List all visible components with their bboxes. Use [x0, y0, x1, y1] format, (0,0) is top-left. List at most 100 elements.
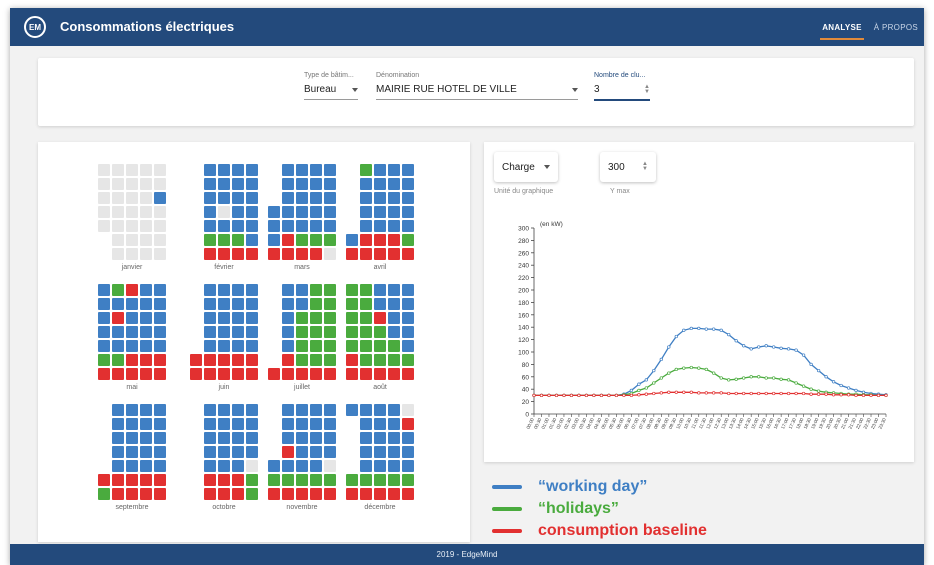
day-cell[interactable]	[232, 284, 244, 296]
day-cell[interactable]	[232, 312, 244, 324]
day-cell[interactable]	[346, 404, 358, 416]
day-cell[interactable]	[112, 418, 124, 430]
day-cell[interactable]	[154, 248, 166, 260]
day-cell[interactable]	[204, 340, 216, 352]
day-cell[interactable]	[268, 488, 280, 500]
day-cell[interactable]	[282, 446, 294, 458]
day-cell[interactable]	[296, 432, 308, 444]
day-cell[interactable]	[218, 192, 230, 204]
day-cell[interactable]	[218, 340, 230, 352]
day-cell[interactable]	[282, 178, 294, 190]
day-cell[interactable]	[218, 404, 230, 416]
day-cell[interactable]	[324, 340, 336, 352]
day-cell[interactable]	[204, 164, 216, 176]
day-cell[interactable]	[402, 404, 414, 416]
day-cell[interactable]	[388, 340, 400, 352]
day-cell[interactable]	[360, 206, 372, 218]
day-cell[interactable]	[310, 178, 322, 190]
day-cell[interactable]	[310, 368, 322, 380]
day-cell[interactable]	[324, 164, 336, 176]
day-cell[interactable]	[388, 312, 400, 324]
day-cell[interactable]	[112, 404, 124, 416]
day-cell[interactable]	[296, 446, 308, 458]
day-cell[interactable]	[126, 284, 138, 296]
day-cell[interactable]	[98, 488, 110, 500]
day-cell[interactable]	[402, 432, 414, 444]
day-cell[interactable]	[154, 284, 166, 296]
day-cell[interactable]	[126, 192, 138, 204]
day-cell[interactable]	[310, 446, 322, 458]
day-cell[interactable]	[154, 312, 166, 324]
day-cell[interactable]	[388, 474, 400, 486]
day-cell[interactable]	[140, 234, 152, 246]
day-cell[interactable]	[346, 248, 358, 260]
day-cell[interactable]	[402, 178, 414, 190]
day-cell[interactable]	[140, 404, 152, 416]
day-cell[interactable]	[310, 234, 322, 246]
day-cell[interactable]	[204, 312, 216, 324]
day-cell[interactable]	[310, 192, 322, 204]
day-cell[interactable]	[112, 354, 124, 366]
day-cell[interactable]	[218, 220, 230, 232]
day-cell[interactable]	[310, 418, 322, 430]
day-cell[interactable]	[218, 206, 230, 218]
day-cell[interactable]	[246, 340, 258, 352]
day-cell[interactable]	[346, 474, 358, 486]
day-cell[interactable]	[296, 234, 308, 246]
day-cell[interactable]	[388, 192, 400, 204]
day-cell[interactable]	[232, 326, 244, 338]
day-cell[interactable]	[296, 178, 308, 190]
day-cell[interactable]	[360, 404, 372, 416]
day-cell[interactable]	[360, 220, 372, 232]
day-cell[interactable]	[324, 474, 336, 486]
day-cell[interactable]	[126, 298, 138, 310]
day-cell[interactable]	[360, 178, 372, 190]
day-cell[interactable]	[268, 248, 280, 260]
day-cell[interactable]	[388, 248, 400, 260]
day-cell[interactable]	[112, 192, 124, 204]
day-cell[interactable]	[296, 284, 308, 296]
day-cell[interactable]	[296, 164, 308, 176]
day-cell[interactable]	[204, 298, 216, 310]
day-cell[interactable]	[374, 234, 386, 246]
day-cell[interactable]	[190, 354, 202, 366]
day-cell[interactable]	[204, 220, 216, 232]
day-cell[interactable]	[140, 298, 152, 310]
day-cell[interactable]	[310, 326, 322, 338]
day-cell[interactable]	[218, 474, 230, 486]
day-cell[interactable]	[346, 326, 358, 338]
day-cell[interactable]	[98, 354, 110, 366]
day-cell[interactable]	[126, 488, 138, 500]
day-cell[interactable]	[296, 368, 308, 380]
day-cell[interactable]	[296, 312, 308, 324]
day-cell[interactable]	[98, 326, 110, 338]
day-cell[interactable]	[324, 368, 336, 380]
day-cell[interactable]	[112, 284, 124, 296]
day-cell[interactable]	[360, 418, 372, 430]
day-cell[interactable]	[232, 248, 244, 260]
day-cell[interactable]	[112, 164, 124, 176]
day-cell[interactable]	[296, 404, 308, 416]
day-cell[interactable]	[232, 354, 244, 366]
tab-analyse[interactable]: ANALYSE	[816, 8, 868, 46]
day-cell[interactable]	[310, 164, 322, 176]
day-cell[interactable]	[374, 340, 386, 352]
day-cell[interactable]	[140, 460, 152, 472]
day-cell[interactable]	[112, 178, 124, 190]
day-cell[interactable]	[324, 354, 336, 366]
day-cell[interactable]	[374, 298, 386, 310]
day-cell[interactable]	[282, 340, 294, 352]
day-cell[interactable]	[232, 206, 244, 218]
day-cell[interactable]	[98, 340, 110, 352]
edgemind-logo-icon[interactable]: EM	[24, 16, 46, 38]
day-cell[interactable]	[402, 298, 414, 310]
day-cell[interactable]	[374, 446, 386, 458]
day-cell[interactable]	[360, 368, 372, 380]
day-cell[interactable]	[324, 178, 336, 190]
day-cell[interactable]	[282, 164, 294, 176]
day-cell[interactable]	[388, 488, 400, 500]
day-cell[interactable]	[374, 418, 386, 430]
day-cell[interactable]	[232, 234, 244, 246]
day-cell[interactable]	[324, 446, 336, 458]
day-cell[interactable]	[218, 432, 230, 444]
